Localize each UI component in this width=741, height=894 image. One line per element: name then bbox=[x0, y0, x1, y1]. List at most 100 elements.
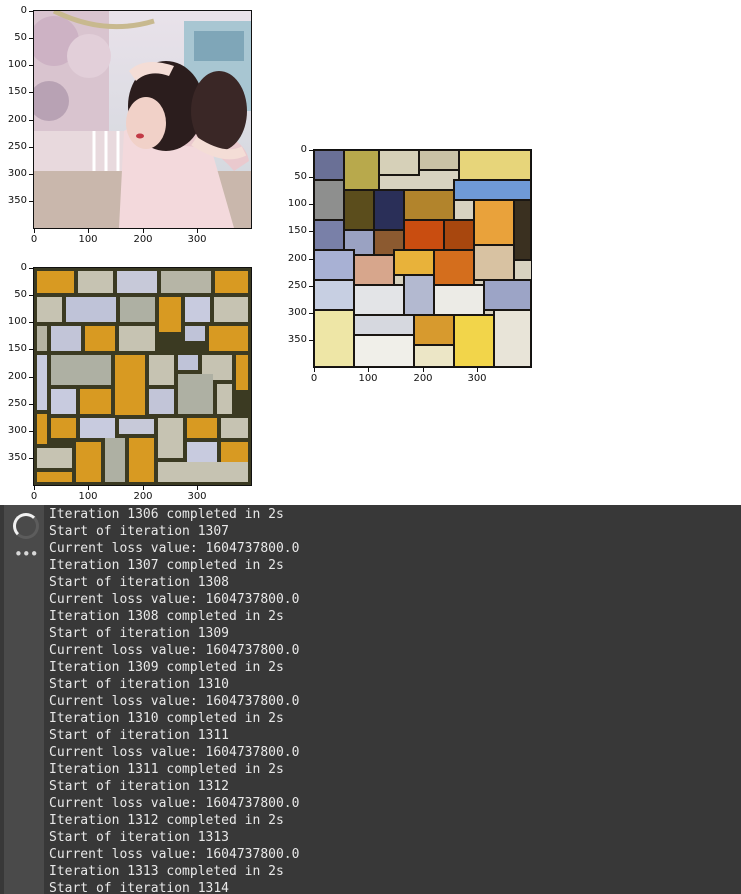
y-tick-mark bbox=[309, 286, 313, 287]
x-tick-mark bbox=[477, 368, 478, 372]
console-line: Iteration 1307 completed in 2s bbox=[49, 558, 284, 573]
y-tick-label: 350 bbox=[287, 334, 307, 345]
y-tick-mark bbox=[309, 204, 313, 205]
console-line: Current loss value: 1604737800.0 bbox=[49, 592, 300, 607]
cell-gutter: ••• bbox=[4, 505, 44, 894]
x-tick-label: 0 bbox=[30, 491, 38, 502]
console-line: Start of iteration 1313 bbox=[49, 830, 230, 845]
y-tick-label: 0 bbox=[300, 144, 307, 155]
x-tick-mark bbox=[197, 229, 198, 233]
x-tick-mark bbox=[197, 486, 198, 490]
y-tick-mark bbox=[29, 268, 33, 269]
mondrian-style-image bbox=[34, 268, 251, 485]
y-tick-mark bbox=[29, 431, 33, 432]
portrait-photo-image bbox=[34, 11, 251, 228]
x-tick-label: 200 bbox=[133, 491, 153, 502]
console-line: Current loss value: 1604737800.0 bbox=[49, 694, 300, 709]
y-tick-mark bbox=[29, 38, 33, 39]
console-line: Start of iteration 1309 bbox=[49, 626, 230, 641]
y-tick-label: 300 bbox=[7, 425, 27, 436]
x-tick-label: 0 bbox=[30, 234, 38, 245]
x-tick-mark bbox=[88, 229, 89, 233]
y-tick-mark bbox=[29, 174, 33, 175]
x-tick-mark bbox=[88, 486, 89, 490]
console-line: Current loss value: 1604737800.0 bbox=[49, 847, 300, 862]
y-tick-mark bbox=[29, 349, 33, 350]
console-line: Start of iteration 1308 bbox=[49, 575, 230, 590]
console-line: Iteration 1308 completed in 2s bbox=[49, 609, 284, 624]
y-tick-label: 100 bbox=[7, 59, 27, 70]
y-tick-label: 200 bbox=[287, 253, 307, 264]
y-tick-label: 300 bbox=[287, 307, 307, 318]
y-tick-label: 150 bbox=[287, 225, 307, 236]
console-line: Iteration 1311 completed in 2s bbox=[49, 762, 284, 777]
y-tick-label: 50 bbox=[294, 171, 307, 182]
y-tick-mark bbox=[309, 231, 313, 232]
console-line: Current loss value: 1604737800.0 bbox=[49, 643, 300, 658]
y-tick-label: 300 bbox=[7, 168, 27, 179]
y-tick-mark bbox=[309, 313, 313, 314]
console-line: Start of iteration 1311 bbox=[49, 728, 230, 743]
notebook-output-cell: 0 50 100 150 200 250 300 350 0 100 200 300 bbox=[0, 0, 741, 894]
x-tick-label: 100 bbox=[78, 491, 98, 502]
console-line: Start of iteration 1312 bbox=[49, 779, 230, 794]
x-tick-mark bbox=[34, 229, 35, 233]
console-output[interactable]: ••• Iteration 1306 completed in 2s Start … bbox=[0, 505, 741, 894]
y-tick-label: 200 bbox=[7, 114, 27, 125]
y-tick-label: 350 bbox=[7, 195, 27, 206]
y-tick-mark bbox=[29, 201, 33, 202]
x-tick-mark bbox=[143, 486, 144, 490]
y-tick-label: 150 bbox=[7, 343, 27, 354]
y-tick-label: 50 bbox=[14, 289, 27, 300]
console-line: Current loss value: 1604737800.0 bbox=[49, 541, 300, 556]
y-tick-mark bbox=[29, 404, 33, 405]
x-tick-mark bbox=[34, 486, 35, 490]
x-tick-label: 0 bbox=[310, 373, 318, 384]
y-tick-label: 250 bbox=[7, 398, 27, 409]
y-tick-mark bbox=[29, 377, 33, 378]
style-image-frame bbox=[33, 267, 252, 486]
style-image-plot: 0 50 100 150 200 250 300 350 0 100 200 300 bbox=[0, 257, 260, 507]
x-tick-label: 100 bbox=[78, 234, 98, 245]
x-tick-label: 300 bbox=[187, 234, 207, 245]
y-tick-mark bbox=[309, 177, 313, 178]
y-tick-mark bbox=[309, 259, 313, 260]
y-tick-label: 0 bbox=[20, 262, 27, 273]
generated-image-frame bbox=[313, 149, 532, 368]
y-tick-label: 150 bbox=[7, 86, 27, 97]
x-tick-mark bbox=[423, 368, 424, 372]
x-tick-label: 200 bbox=[413, 373, 433, 384]
content-image-plot: 0 50 100 150 200 250 300 350 0 100 200 300 bbox=[0, 0, 260, 250]
generated-image-plot: 0 50 100 150 200 250 300 350 0 100 200 300 bbox=[280, 130, 540, 384]
y-tick-label: 250 bbox=[7, 141, 27, 152]
y-tick-label: 0 bbox=[20, 5, 27, 16]
x-tick-label: 300 bbox=[187, 491, 207, 502]
y-tick-label: 100 bbox=[7, 316, 27, 327]
more-horizontal-icon[interactable]: ••• bbox=[14, 545, 39, 563]
y-tick-label: 100 bbox=[287, 198, 307, 209]
x-tick-mark bbox=[314, 368, 315, 372]
console-line: Current loss value: 1604737800.0 bbox=[49, 745, 300, 760]
y-tick-mark bbox=[29, 65, 33, 66]
y-tick-mark bbox=[29, 120, 33, 121]
console-line: Start of iteration 1307 bbox=[49, 524, 230, 539]
console-line: Iteration 1306 completed in 2s bbox=[49, 507, 284, 522]
y-tick-mark bbox=[29, 295, 33, 296]
x-tick-mark bbox=[143, 229, 144, 233]
x-tick-mark bbox=[368, 368, 369, 372]
y-tick-label: 200 bbox=[7, 371, 27, 382]
y-tick-label: 50 bbox=[14, 32, 27, 43]
console-line: Start of iteration 1314 bbox=[49, 881, 230, 894]
console-line: Iteration 1312 completed in 2s bbox=[49, 813, 284, 828]
y-tick-mark bbox=[29, 322, 33, 323]
console-line: Iteration 1310 completed in 2s bbox=[49, 711, 284, 726]
y-tick-label: 350 bbox=[7, 452, 27, 463]
y-tick-mark bbox=[29, 147, 33, 148]
y-tick-mark bbox=[309, 340, 313, 341]
y-tick-mark bbox=[29, 458, 33, 459]
spinner-icon[interactable] bbox=[13, 513, 39, 539]
output-lines: Iteration 1306 completed in 2s Start of i… bbox=[49, 506, 739, 894]
x-tick-label: 200 bbox=[133, 234, 153, 245]
console-line: Iteration 1313 completed in 2s bbox=[49, 864, 284, 879]
console-line: Iteration 1309 completed in 2s bbox=[49, 660, 284, 675]
